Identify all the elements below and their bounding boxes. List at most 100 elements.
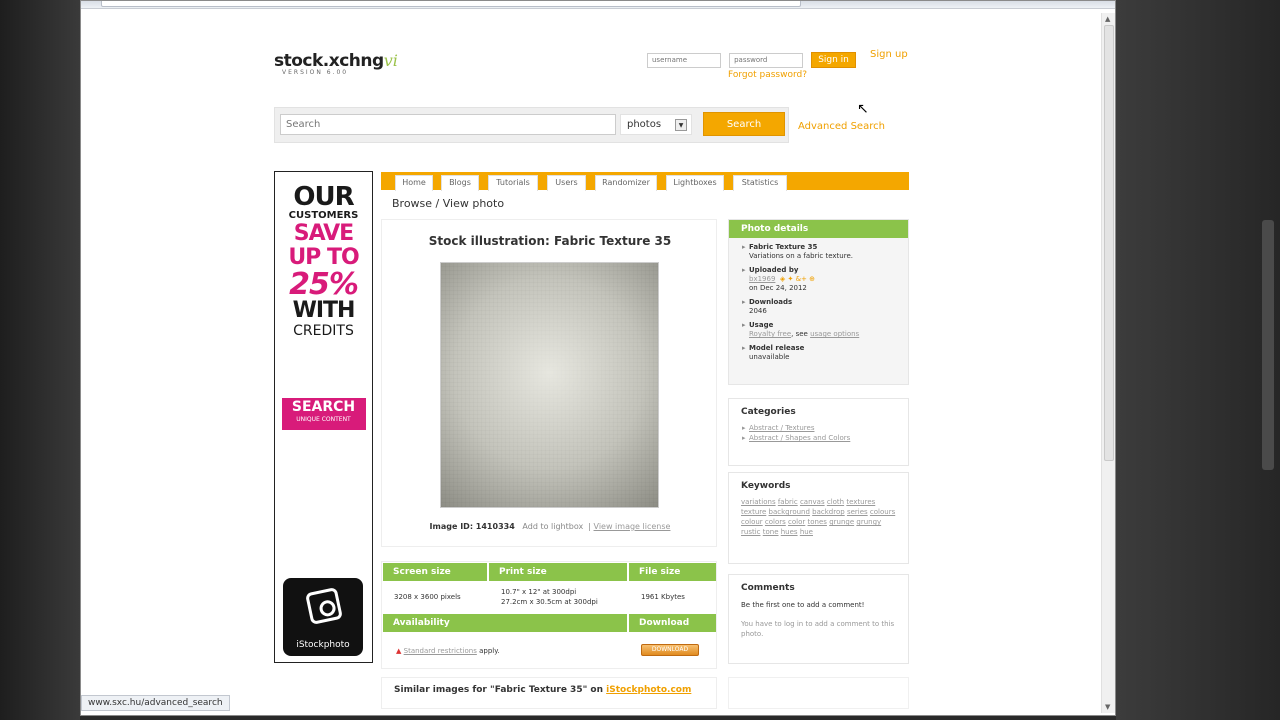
password-input[interactable] (729, 52, 804, 68)
tab-tutorials[interactable]: Tutorials (488, 175, 538, 191)
keyword-link[interactable]: colors (765, 518, 786, 526)
keyword-link[interactable]: cloth (827, 498, 844, 506)
view-license-link[interactable]: View image license (594, 522, 671, 531)
scroll-up-icon[interactable]: ▲ (1105, 15, 1110, 23)
image-id: Image ID: 1410334 (429, 522, 515, 531)
scroll-thumb[interactable] (1104, 25, 1114, 461)
downloads-label: Downloads (749, 298, 793, 306)
ad-line-percent: 25% (289, 267, 359, 302)
dropdown-arrow-icon[interactable]: ▼ (675, 119, 687, 131)
keyword-link[interactable]: textures (846, 498, 875, 506)
keyword-link[interactable]: background (769, 508, 810, 516)
breadcrumb: Browse / View photo (392, 197, 505, 210)
royalty-free-link[interactable]: Royalty free (749, 330, 791, 338)
download-header: Download (629, 614, 716, 632)
login-form: Sign in (647, 47, 856, 68)
keyword-link[interactable]: color (788, 518, 805, 526)
detail-model-release: Model release unavailable (729, 344, 908, 362)
image-specs-table: Screen size Print size File size 3208 x … (381, 561, 717, 669)
categories-title: Categories (741, 407, 796, 417)
standard-restrictions-link[interactable]: Standard restrictions (404, 647, 477, 655)
photo-panel: Stock illustration: Fabric Texture 35 Im… (381, 219, 717, 547)
availability-header: Availability (383, 614, 627, 632)
keyword-link[interactable]: colours (870, 508, 895, 516)
page-scrollbar[interactable]: ▲ ▼ (1101, 13, 1115, 713)
keyword-link[interactable]: fabric (778, 498, 798, 506)
file-size-header: File size (629, 563, 716, 581)
comments-title: Comments (741, 583, 795, 593)
site-logo[interactable]: stock.xchngvi VERSION 6.00 (274, 51, 398, 76)
detail-downloads: Downloads 2046 (729, 298, 908, 316)
detail-uploader: Uploaded by bx1969 ◈ ✦ &+ ⊕ on Dec 24, 2… (729, 266, 908, 293)
tab-randomizer[interactable]: Randomizer (595, 175, 657, 191)
restrictions-tail: apply. (479, 647, 500, 655)
keyword-link[interactable]: tone (763, 528, 779, 536)
detail-usage: Usage Royalty free, see usage options (729, 321, 908, 339)
scroll-down-icon[interactable]: ▼ (1105, 703, 1110, 711)
keyword-link[interactable]: tones (808, 518, 827, 526)
keyword-link[interactable]: texture (741, 508, 766, 516)
status-bar: www.sxc.hu/advanced_search (81, 695, 230, 711)
comments-empty: Be the first one to add a comment! (741, 601, 865, 609)
image-meta: Image ID: 1410334 Add to lightbox | View… (429, 522, 671, 531)
ad-placeholder (728, 677, 909, 709)
advanced-search-link[interactable]: Advanced Search (798, 121, 885, 132)
print-size-header: Print size (489, 563, 627, 581)
keyword-link[interactable]: backdrop (812, 508, 845, 516)
uploader-link[interactable]: bx1969 (749, 275, 775, 283)
keyword-link[interactable]: rustic (741, 528, 761, 536)
background-scrollbar (1262, 220, 1274, 470)
sign-up-link[interactable]: Sign up (870, 49, 908, 60)
usage-see: , see (791, 330, 808, 338)
search-button[interactable]: Search (703, 112, 785, 136)
search-input[interactable] (280, 114, 616, 135)
forgot-password-link[interactable]: Forgot password? (728, 70, 807, 80)
browser-toolbar (81, 1, 1115, 9)
tab-lightboxes[interactable]: Lightboxes (666, 175, 724, 191)
tab-users[interactable]: Users (547, 175, 586, 191)
category-link[interactable]: Abstract / Shapes and Colors (729, 433, 908, 443)
photo-name: Fabric Texture 35 (749, 243, 818, 251)
photo-preview[interactable] (440, 262, 659, 508)
keyword-link[interactable]: hues (781, 528, 798, 536)
search-type-select[interactable]: photos ▼ (620, 114, 692, 135)
photo-details-title: Photo details (729, 220, 908, 238)
keywords-title: Keywords (741, 481, 791, 491)
screen-size-header: Screen size (383, 563, 487, 581)
address-bar[interactable] (101, 1, 801, 7)
keyword-link[interactable]: canvas (800, 498, 825, 506)
desktop-left (0, 0, 80, 720)
keyword-link[interactable]: hue (800, 528, 813, 536)
search-bar: photos ▼ Search (274, 107, 789, 143)
keyword-link[interactable]: series (847, 508, 868, 516)
main-nav: Home Blogs Tutorials Users Randomizer Li… (381, 172, 909, 191)
ad-search-button[interactable]: SEARCH UNIQUE CONTENT (281, 398, 366, 430)
comments-login-note: You have to log in to add a comment to t… (741, 620, 895, 638)
keyword-link[interactable]: grungy (856, 518, 881, 526)
photo-description: Variations on a fabric texture. (749, 252, 853, 260)
sign-in-button[interactable]: Sign in (811, 52, 856, 68)
ad-search-title: SEARCH (291, 399, 356, 415)
category-link[interactable]: Abstract / Textures (729, 423, 908, 433)
photo-title: Stock illustration: Fabric Texture 35 (428, 234, 672, 248)
tab-blogs[interactable]: Blogs (441, 175, 479, 191)
detail-name: Fabric Texture 35 Variations on a fabric… (729, 243, 908, 261)
search-type-value: photos (627, 119, 662, 130)
keyword-link[interactable]: variations (741, 498, 776, 506)
file-size-value: 1961 Kbytes (641, 593, 685, 601)
username-input[interactable] (647, 52, 721, 68)
istockphoto-ad[interactable]: OUR CUSTOMERS SAVE UP TO 25% WITH CREDIT… (274, 171, 373, 663)
add-to-lightbox-link[interactable]: Add to lightbox (522, 522, 583, 531)
tab-home[interactable]: Home (395, 175, 433, 191)
tab-statistics[interactable]: Statistics (733, 175, 787, 191)
logo-text: stock.xchng (274, 51, 384, 71)
usage-options-link[interactable]: usage options (810, 330, 859, 338)
logo-suffix: vi (383, 51, 398, 70)
keyword-link[interactable]: colour (741, 518, 763, 526)
keyword-link[interactable]: grunge (829, 518, 854, 526)
istockphoto-logo: iStockphoto (283, 578, 363, 656)
istockphoto-link[interactable]: iStockphoto.com (606, 685, 691, 695)
ad-line-our: OUR (293, 182, 354, 212)
download-button[interactable]: DOWNLOAD (641, 644, 699, 656)
ad-line-with: WITH (292, 298, 356, 323)
